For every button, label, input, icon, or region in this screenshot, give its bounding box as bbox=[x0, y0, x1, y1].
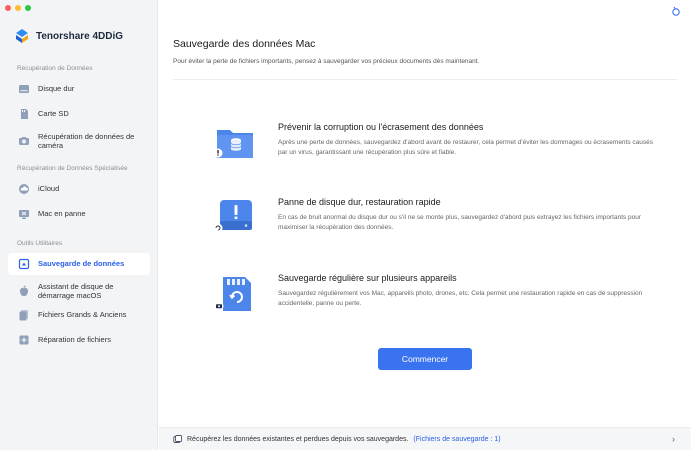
hard-drive-icon bbox=[19, 85, 29, 93]
backup-icon bbox=[18, 258, 30, 270]
sd-card-icon bbox=[21, 109, 28, 119]
feature-description: En cas de bruit anormal du disque dur ou… bbox=[278, 214, 642, 232]
repair-icon bbox=[19, 335, 29, 345]
section-title-data-recovery: Récupération de Données bbox=[17, 65, 93, 72]
apple-icon bbox=[20, 285, 28, 296]
app-logo: Tenorshare 4DDiG bbox=[14, 28, 123, 44]
camera-icon bbox=[19, 137, 29, 145]
logo-icon bbox=[16, 29, 28, 43]
sidebar-item-large-old-files[interactable]: Fichiers Grands & Anciens bbox=[8, 304, 150, 326]
section-title-utilities: Outils Utilitaires bbox=[17, 240, 63, 247]
footer-text: Récupérez les données existantes et perd… bbox=[187, 435, 409, 443]
sidebar-item-icloud[interactable]: iCloud bbox=[8, 178, 150, 200]
maximize-window-button[interactable] bbox=[25, 5, 31, 11]
sidebar-item-macos-boot-assistant[interactable]: Assistant de disque de démarrage macOS bbox=[8, 278, 150, 304]
sidebar-item-label: iCloud bbox=[38, 184, 60, 194]
feature-description: Sauvegardez régulièrement vos Mac, appar… bbox=[278, 290, 643, 308]
backup-files-link[interactable]: (Fichiers de sauvegarde : 1) bbox=[413, 436, 500, 443]
sidebar-item-label: Carte SD bbox=[38, 109, 69, 119]
sidebar-item-label: Récupération de données de caméra bbox=[38, 131, 135, 150]
start-button[interactable]: Commencer bbox=[378, 348, 472, 370]
page-title: Sauvegarde des données Mac bbox=[173, 38, 316, 50]
disk-failure-icon bbox=[213, 200, 252, 233]
sidebar-item-crashed-mac[interactable]: Mac en panne bbox=[8, 203, 150, 225]
feature-title: Panne de disque dur, restauration rapide bbox=[278, 197, 441, 207]
header-divider bbox=[173, 79, 677, 80]
sidebar-item-file-repair[interactable]: Réparation de fichiers bbox=[8, 329, 150, 351]
sidebar-item-hard-drive[interactable]: Disque dur bbox=[8, 78, 150, 100]
memory-card-backup-icon bbox=[214, 277, 251, 311]
crashed-mac-icon bbox=[19, 210, 29, 219]
sidebar-item-label: Mac en panne bbox=[38, 209, 86, 219]
files-icon bbox=[19, 310, 28, 321]
section-title-specialized-recovery: Récupération de Données Spécialisée bbox=[17, 165, 128, 172]
sidebar-item-sd-card[interactable]: Carte SD bbox=[8, 103, 150, 125]
feature-title: Sauvegarde régulière sur plusieurs appar… bbox=[278, 273, 457, 283]
sidebar: Tenorshare 4DDiG Récupération de Données… bbox=[0, 0, 158, 450]
sidebar-item-camera-recovery[interactable]: Récupération de données de caméra bbox=[8, 128, 150, 154]
sidebar-item-label: Réparation de fichiers bbox=[38, 335, 111, 345]
minimize-window-button[interactable] bbox=[15, 5, 21, 11]
sidebar-item-label: Assistant de disque de démarrage macOS bbox=[38, 281, 114, 300]
page-subtitle: Pour éviter la perte de fichiers importa… bbox=[173, 58, 480, 65]
cloud-icon bbox=[19, 184, 29, 194]
app-brand-name: Tenorshare 4DDiG bbox=[36, 30, 124, 42]
chevron-right-icon[interactable]: › bbox=[672, 434, 675, 444]
main-content: Sauvegarde des données Mac Pour éviter l… bbox=[159, 0, 691, 450]
sidebar-item-data-backup[interactable]: Sauvegarde de données bbox=[8, 253, 150, 275]
close-window-button[interactable] bbox=[5, 5, 11, 11]
feature-title: Prévenir la corruption ou l'écrasement d… bbox=[278, 122, 484, 132]
feature-description: Après une perte de données, sauvegardez … bbox=[278, 139, 654, 157]
backup-restore-icon bbox=[173, 434, 182, 443]
sidebar-item-label: Disque dur bbox=[38, 84, 75, 94]
folder-database-warning-icon bbox=[213, 130, 253, 158]
sidebar-item-label: Fichiers Grands & Anciens bbox=[38, 310, 127, 320]
window-controls bbox=[5, 5, 31, 11]
backup-files-footer[interactable]: Récupérez les données existantes et perd… bbox=[159, 427, 691, 450]
sidebar-item-label: Sauvegarde de données bbox=[38, 259, 125, 269]
help-icon[interactable] bbox=[670, 5, 682, 17]
